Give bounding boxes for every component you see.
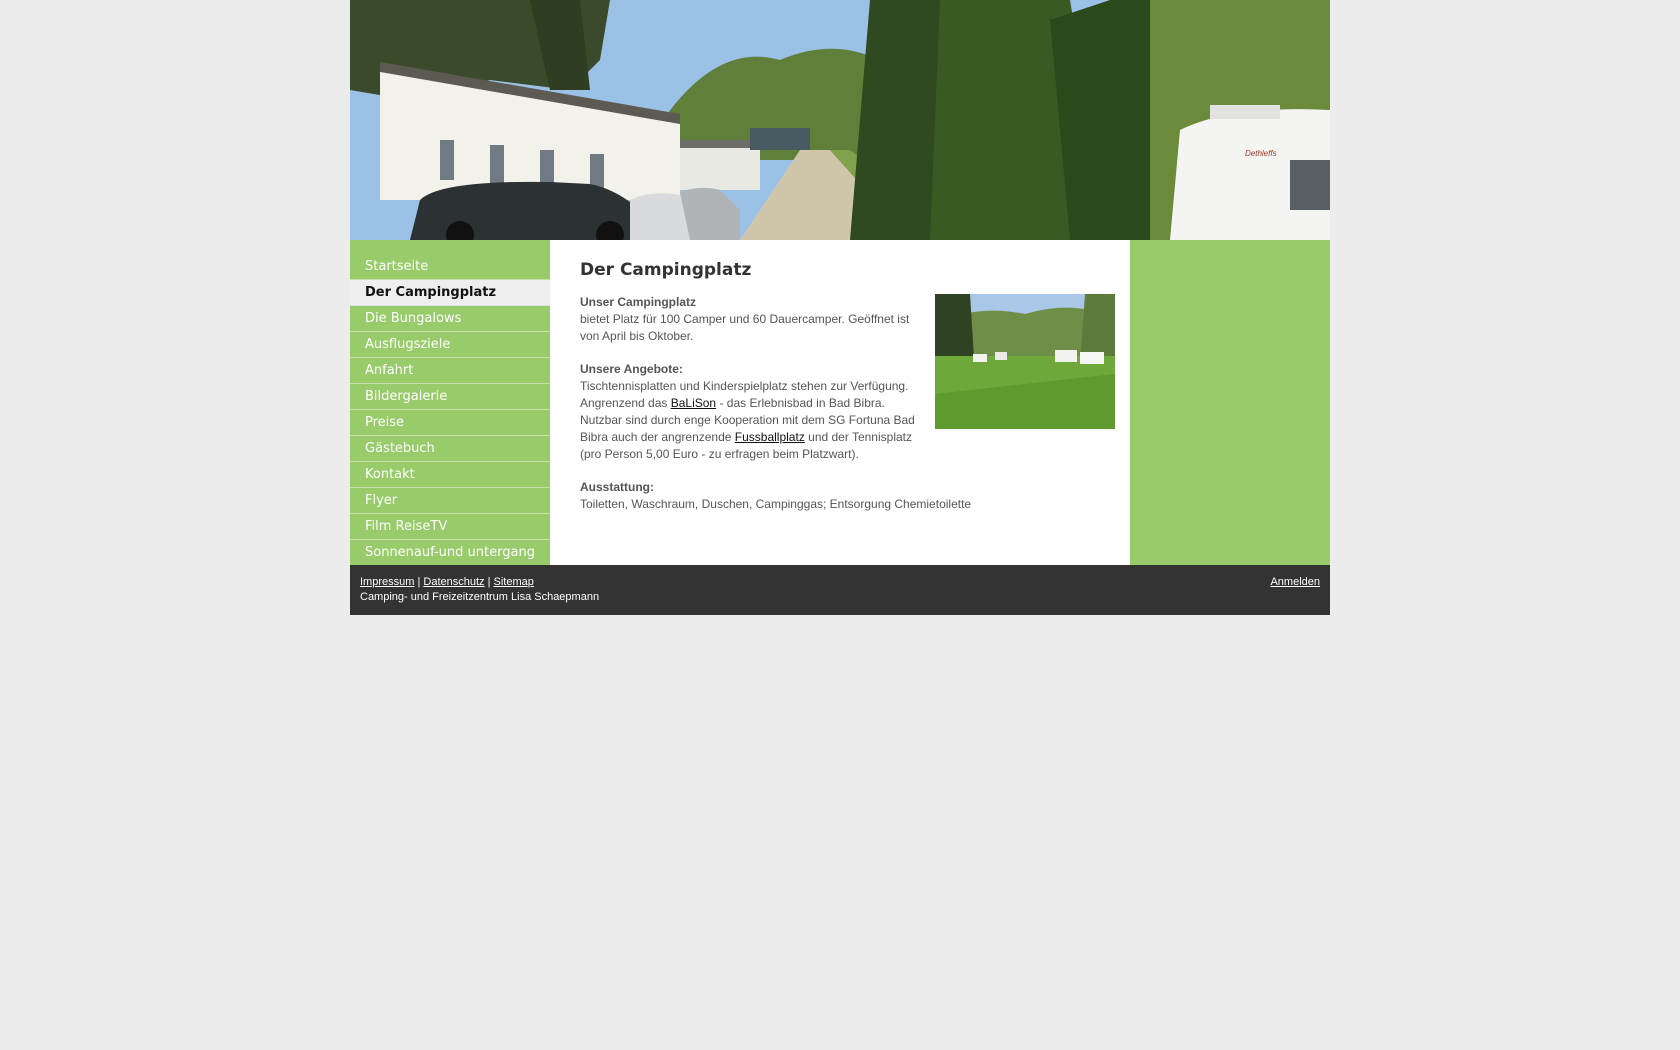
section-text-campingplatz: bietet Platz für 100 Camper und 60 Dauer… xyxy=(580,312,910,343)
footer-separator: | xyxy=(484,576,494,588)
nav-item-der-campingplatz[interactable]: Der Campingplatz xyxy=(350,280,550,306)
section-text-ausstattung: Toiletten, Waschraum, Duschen, Campingga… xyxy=(580,497,972,511)
nav-item-flyer[interactable]: Flyer xyxy=(350,488,550,514)
main-content: Der Campingplatz Unser Campingplatz biet… xyxy=(550,240,1130,565)
section-heading-angebote: Unsere Angebote: xyxy=(580,362,683,376)
section-text-angebote-a: Angrenzend das xyxy=(580,396,671,410)
login-link[interactable]: Anmelden xyxy=(1270,575,1320,590)
link-fussballplatz[interactable]: Fussballplatz xyxy=(735,430,805,444)
nav-item-film-reisetv[interactable]: Film ReiseTV xyxy=(350,514,550,540)
nav-item-anfahrt[interactable]: Anfahrt xyxy=(350,358,550,384)
section-heading-ausstattung: Ausstattung: xyxy=(580,480,654,494)
footer-link-datenschutz[interactable]: Datenschutz xyxy=(423,576,484,588)
right-sidebar xyxy=(1130,240,1330,565)
section-text-angebote-line1: Tischtennisplatten und Kinderspielplatz … xyxy=(580,379,909,393)
footer-link-impressum[interactable]: Impressum xyxy=(360,576,414,588)
nav-item-preise[interactable]: Preise xyxy=(350,410,550,436)
nav-item-startseite[interactable]: Startseite xyxy=(350,254,550,280)
page-title: Der Campingplatz xyxy=(580,260,752,280)
footer-link-sitemap[interactable]: Sitemap xyxy=(494,576,534,588)
nav-item-ausflugsziele[interactable]: Ausflugsziele xyxy=(350,332,550,358)
nav-item-gaestebuch[interactable]: Gästebuch xyxy=(350,436,550,462)
campground-meadow-photo xyxy=(935,294,1115,429)
footer-company: Camping- und Freizeitzentrum Lisa Schaep… xyxy=(360,591,600,603)
link-balison[interactable]: BaLiSon xyxy=(671,396,716,410)
page: Dethleffs Startseite Der Campingplatz Di… xyxy=(350,0,1330,615)
nav-item-sonnenauf-und-untergang[interactable]: Sonnenauf-und untergang xyxy=(350,540,550,566)
footer: Impressum | Datenschutz | Sitemap Campin… xyxy=(350,565,1330,615)
main-navigation: Startseite Der Campingplatz Die Bungalow… xyxy=(350,240,550,566)
svg-text:Dethleffs: Dethleffs xyxy=(1245,149,1277,158)
nav-item-bildergalerie[interactable]: Bildergalerie xyxy=(350,384,550,410)
nav-item-kontakt[interactable]: Kontakt xyxy=(350,462,550,488)
header-banner-image: Dethleffs xyxy=(350,0,1330,240)
section-heading-campingplatz: Unser Campingplatz xyxy=(580,295,697,309)
nav-item-die-bungalows[interactable]: Die Bungalows xyxy=(350,306,550,332)
